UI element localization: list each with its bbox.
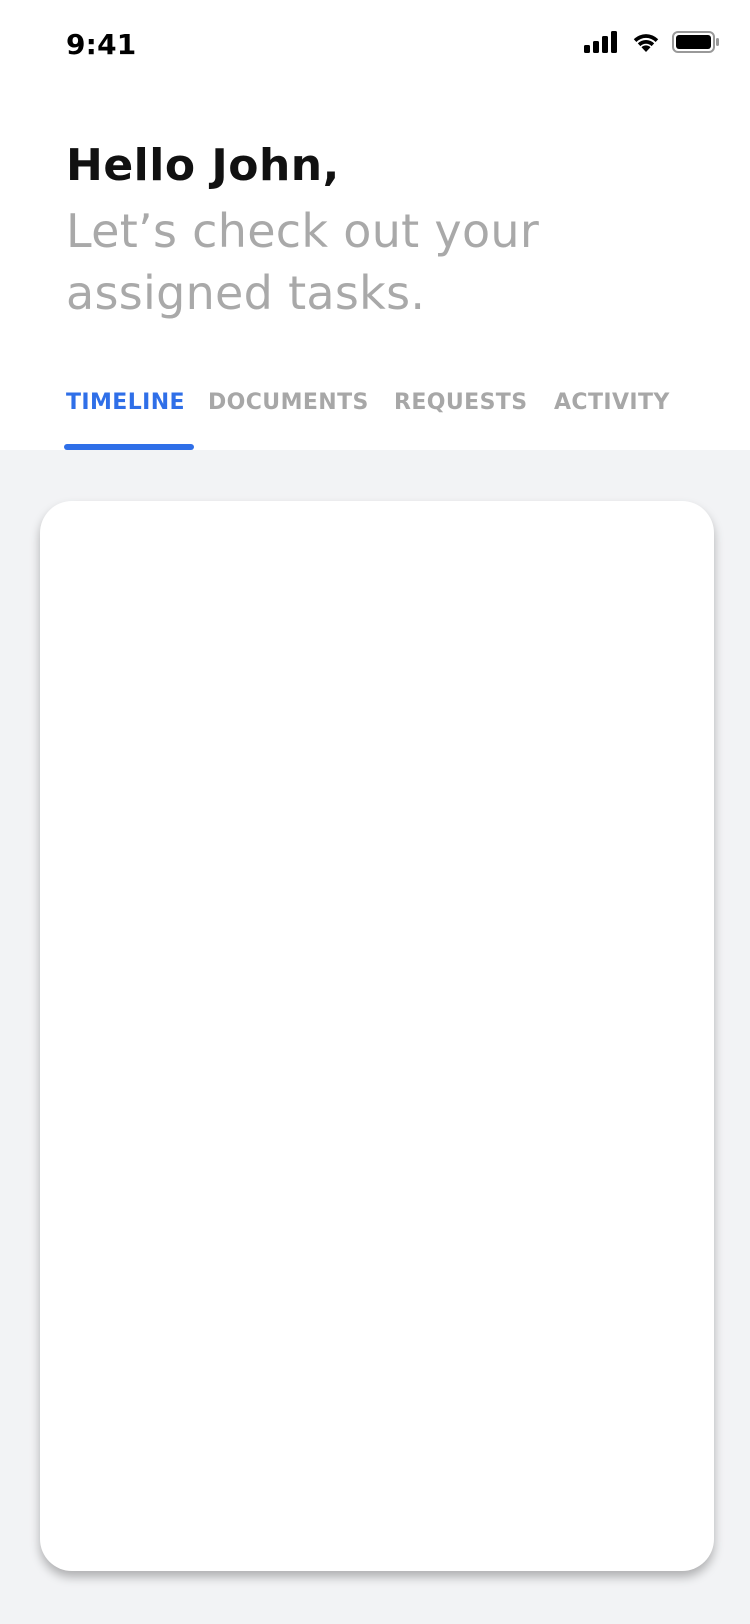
tab-documents[interactable]: DOCUMENTS (208, 390, 369, 415)
tab-requests[interactable]: REQUESTS (394, 390, 527, 415)
status-time: 9:41 (66, 28, 137, 61)
timeline-card (40, 501, 714, 1571)
greeting-title: Hello John, (66, 140, 340, 191)
tab-timeline[interactable]: TIMELINE (66, 390, 185, 415)
greeting-subtitle: Let’s check out your assigned tasks. (66, 204, 540, 320)
tab-bar: TIMELINE DOCUMENTS REQUESTS ACTIVITY (0, 390, 750, 450)
wifi-icon (630, 30, 662, 58)
active-tab-indicator (64, 444, 194, 450)
tab-activity[interactable]: ACTIVITY (554, 390, 670, 415)
signal-icon (584, 30, 620, 58)
status-icons (584, 30, 720, 58)
header-section: 9:41 Hello John, Let’s check out your as… (0, 0, 750, 450)
battery-icon (672, 30, 720, 58)
